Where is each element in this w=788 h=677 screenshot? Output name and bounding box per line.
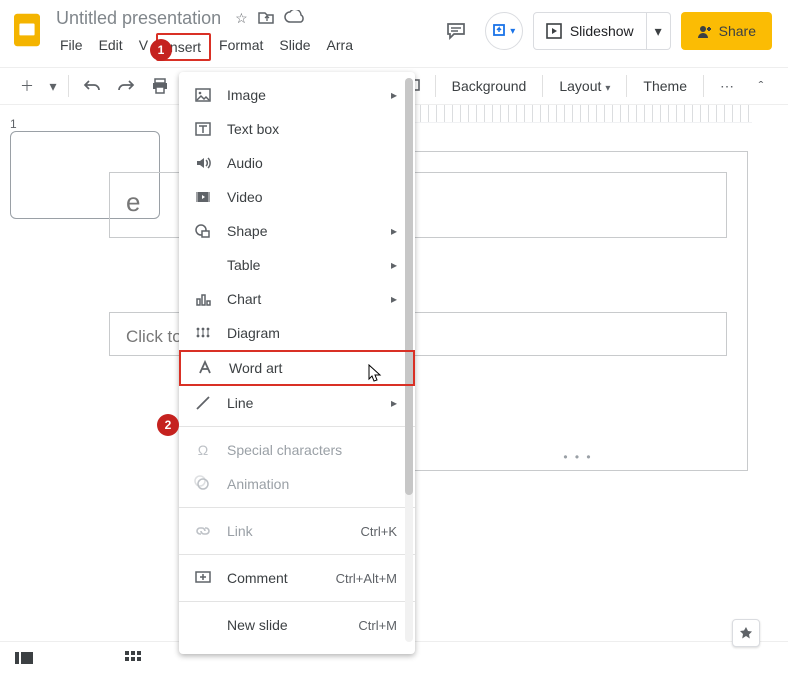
line-icon bbox=[193, 394, 213, 412]
menu-label: Link bbox=[227, 523, 253, 539]
new-slide-button[interactable]: ＋ bbox=[12, 71, 42, 101]
annotation-step-2: 2 bbox=[157, 414, 179, 436]
shape-icon bbox=[193, 222, 213, 240]
slide-number: 1 bbox=[10, 117, 17, 131]
speaker-notes-handle-icon[interactable]: • • • bbox=[563, 450, 592, 464]
insert-new-slide[interactable]: New slide Ctrl+M bbox=[179, 608, 415, 642]
insert-shape[interactable]: Shape bbox=[179, 214, 415, 248]
insert-line[interactable]: Line bbox=[179, 386, 415, 420]
menu-label: Text box bbox=[227, 121, 279, 137]
slideshow-button[interactable]: Slideshow bbox=[533, 12, 647, 50]
insert-textbox[interactable]: Text box bbox=[179, 112, 415, 146]
insert-animation: Animation bbox=[179, 467, 415, 501]
insert-audio[interactable]: Audio bbox=[179, 146, 415, 180]
menu-label: Line bbox=[227, 395, 253, 411]
shortcut: Ctrl+M bbox=[358, 618, 397, 633]
wordart-icon bbox=[195, 359, 215, 377]
menu-label: Animation bbox=[227, 476, 289, 492]
menu-label: Audio bbox=[227, 155, 263, 171]
share-button[interactable]: Share bbox=[681, 12, 772, 50]
insert-video[interactable]: Video bbox=[179, 180, 415, 214]
share-label: Share bbox=[719, 23, 756, 39]
cloud-status-icon[interactable] bbox=[284, 10, 304, 27]
insert-table[interactable]: Table bbox=[179, 248, 415, 282]
comment-icon bbox=[193, 569, 213, 587]
insert-special-characters: Ω Special characters bbox=[179, 433, 415, 467]
slides-logo[interactable] bbox=[8, 6, 46, 54]
insert-wordart[interactable]: Word art bbox=[179, 350, 415, 386]
new-slide-dropdown[interactable]: ▾ bbox=[46, 71, 60, 101]
animation-icon bbox=[193, 475, 213, 493]
filmstrip-view-icon[interactable] bbox=[14, 650, 34, 669]
insert-comment[interactable]: Comment Ctrl+Alt+M bbox=[179, 561, 415, 595]
insert-diagram[interactable]: Diagram bbox=[179, 316, 415, 350]
menu-label: Image bbox=[227, 87, 266, 103]
menu-label: Table bbox=[227, 257, 260, 273]
collapse-sidebar-icon[interactable]: ˆ bbox=[746, 71, 776, 101]
insert-chart[interactable]: Chart bbox=[179, 282, 415, 316]
annotation-step-1: 1 bbox=[150, 39, 172, 61]
doc-title[interactable]: Untitled presentation bbox=[52, 6, 225, 31]
menu-label: Diagram bbox=[227, 325, 280, 341]
image-icon bbox=[193, 86, 213, 104]
grid-view-icon[interactable] bbox=[124, 650, 142, 669]
theme-button[interactable]: Theme bbox=[635, 74, 695, 98]
menu-edit[interactable]: Edit bbox=[91, 33, 131, 61]
menu-label: Special characters bbox=[227, 442, 342, 458]
menu-label: Comment bbox=[227, 570, 288, 586]
menu-label: Shape bbox=[227, 223, 267, 239]
comments-history-button[interactable] bbox=[437, 12, 475, 50]
more-tools-icon[interactable]: ⋯ bbox=[712, 71, 742, 101]
explore-button[interactable] bbox=[732, 619, 760, 647]
menu-label: New slide bbox=[227, 617, 288, 633]
shortcut: Ctrl+Alt+M bbox=[336, 571, 397, 586]
move-icon[interactable] bbox=[258, 10, 274, 27]
insert-image[interactable]: Image bbox=[179, 78, 415, 112]
menu-arrange-clipped[interactable]: Arra bbox=[319, 33, 361, 61]
video-icon bbox=[193, 188, 213, 206]
shortcut: Ctrl+K bbox=[361, 524, 397, 539]
redo-button[interactable] bbox=[111, 71, 141, 101]
insert-menu-dropdown: Image Text box Audio Video Shape Table C… bbox=[179, 72, 415, 654]
slideshow-dropdown-button[interactable]: ▾ bbox=[647, 12, 671, 50]
menu-format[interactable]: Format bbox=[211, 33, 271, 61]
diagram-icon bbox=[193, 324, 213, 342]
undo-button[interactable] bbox=[77, 71, 107, 101]
print-button[interactable] bbox=[145, 71, 175, 101]
layout-button[interactable]: Layout bbox=[551, 74, 618, 98]
link-icon bbox=[193, 522, 213, 540]
slideshow-label: Slideshow bbox=[570, 23, 634, 39]
menu-label: Video bbox=[227, 189, 263, 205]
menu-label: Chart bbox=[227, 291, 261, 307]
menu-file[interactable]: File bbox=[52, 33, 91, 61]
star-icon[interactable]: ☆ bbox=[235, 10, 248, 27]
background-button[interactable]: Background bbox=[444, 74, 535, 98]
menu-slide[interactable]: Slide bbox=[271, 33, 318, 61]
special-characters-icon: Ω bbox=[193, 442, 213, 458]
insert-link: Link Ctrl+K bbox=[179, 514, 415, 548]
menu-label: Word art bbox=[229, 360, 282, 376]
textbox-icon bbox=[193, 120, 213, 138]
chart-icon bbox=[193, 290, 213, 308]
audio-icon bbox=[193, 154, 213, 172]
slide[interactable]: e Click to add subtitle • • • bbox=[408, 151, 748, 471]
present-dropdown-button[interactable]: ▾ bbox=[485, 12, 523, 50]
